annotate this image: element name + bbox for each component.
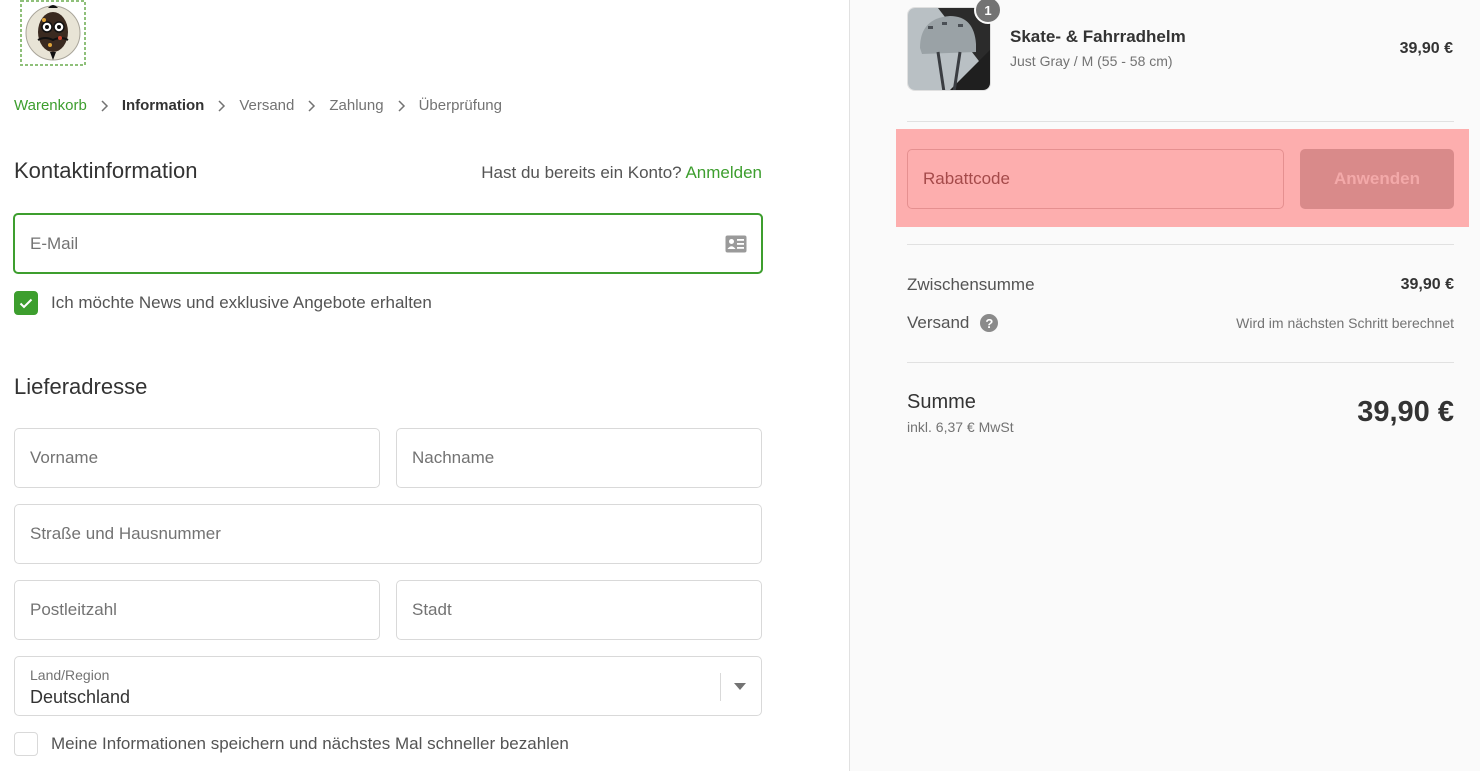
tax-note: inkl. 6,37 € MwSt <box>907 419 1014 435</box>
newsletter-checkbox[interactable] <box>14 291 38 315</box>
newsletter-label: Ich möchte News und exklusive Angebote e… <box>51 293 432 312</box>
discount-section: Anwenden <box>896 129 1469 227</box>
country-label: Land/Region <box>30 667 110 683</box>
breadcrumb-shipping: Versand <box>239 97 295 114</box>
breadcrumb-payment: Zahlung <box>329 97 384 114</box>
subtotal-row: Zwischensumme 39,90 € <box>907 275 1454 295</box>
checkmark-icon <box>19 298 33 308</box>
total-value: 39,90 € <box>1357 396 1454 428</box>
product-price: 39,90 € <box>1399 40 1453 57</box>
email-input[interactable] <box>15 215 761 272</box>
quantity-badge: 1 <box>974 0 1002 24</box>
last-name-field <box>396 428 762 488</box>
city-field <box>396 580 762 640</box>
shop-logo[interactable] <box>20 0 86 66</box>
subtotal-value: 39,90 € <box>1400 276 1454 293</box>
login-link[interactable]: Anmelden <box>685 163 762 182</box>
chevron-right-icon <box>101 99 109 112</box>
login-prompt: Hast du bereits ein Konto? <box>481 163 682 182</box>
question-mark-icon[interactable]: ? <box>980 314 999 332</box>
first-name-input[interactable] <box>15 429 379 487</box>
chevron-right-icon <box>218 99 226 112</box>
breadcrumb-review: Überprüfung <box>418 97 502 114</box>
contact-card-icon[interactable] <box>725 235 747 253</box>
apply-discount-button[interactable]: Anwenden <box>1300 149 1454 209</box>
save-info-option[interactable]: Meine Informationen speichern und nächst… <box>14 732 569 756</box>
checkout-main: Warenkorb Information Versand Zahlung Üb… <box>0 0 849 771</box>
total-label: Summe <box>907 391 976 413</box>
chevron-down-icon[interactable] <box>734 683 746 690</box>
login-hint: Hast du bereits ein Konto? Anmelden <box>481 163 762 183</box>
zip-input[interactable] <box>15 581 379 639</box>
first-name-field <box>14 428 380 488</box>
shipping-value: Wird im nächsten Schritt berechnet <box>1236 315 1454 331</box>
discount-field <box>907 149 1284 209</box>
divider <box>907 244 1454 245</box>
contact-section-title: Kontaktinformation <box>14 158 198 183</box>
chevron-right-icon <box>398 99 406 112</box>
shipping-label: Versand <box>907 313 970 332</box>
select-divider <box>720 673 721 701</box>
discount-code-input[interactable] <box>908 150 1283 208</box>
divider <box>907 362 1454 363</box>
city-input[interactable] <box>397 581 761 639</box>
order-summary: 1 Skate- & Fahrradhelm Just Gray / M (55… <box>849 0 1480 771</box>
divider <box>907 121 1454 122</box>
shipping-label-wrap: Versand ? <box>907 313 999 333</box>
product-variant: Just Gray / M (55 - 58 cm) <box>1010 53 1173 69</box>
zip-field <box>14 580 380 640</box>
email-field-wrapper <box>13 213 763 274</box>
newsletter-option[interactable]: Ich möchte News und exklusive Angebote e… <box>14 291 432 315</box>
breadcrumb-information: Information <box>121 97 205 114</box>
chevron-right-icon <box>308 99 316 112</box>
street-input[interactable] <box>15 505 761 563</box>
shipping-row: Versand ? Wird im nächsten Schritt berec… <box>907 313 1454 333</box>
last-name-input[interactable] <box>397 429 761 487</box>
country-value: Deutschland <box>30 687 131 707</box>
breadcrumb-cart[interactable]: Warenkorb <box>14 97 87 114</box>
street-field <box>14 504 762 564</box>
country-select[interactable]: Land/Region Deutschland <box>14 656 762 716</box>
subtotal-label: Zwischensumme <box>907 275 1035 294</box>
breadcrumb: Warenkorb Information Versand Zahlung Üb… <box>14 97 502 114</box>
product-name: Skate- & Fahrradhelm <box>1010 27 1186 46</box>
save-info-checkbox[interactable] <box>14 732 38 756</box>
save-info-label: Meine Informationen speichern und nächst… <box>51 734 569 753</box>
shipping-address-title: Lieferadresse <box>14 374 148 399</box>
